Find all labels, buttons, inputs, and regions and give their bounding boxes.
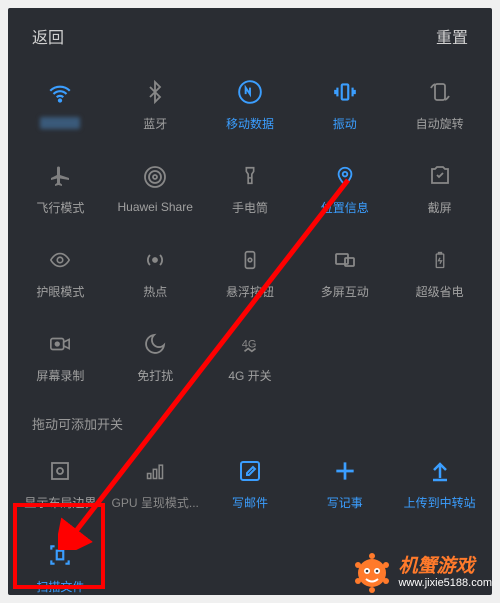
tile-scan-file[interactable]: 扫描文件 <box>14 527 107 595</box>
flashlight-icon <box>237 163 263 189</box>
tile-screenshot[interactable]: 截屏 <box>393 148 486 230</box>
tile-wifi[interactable] <box>14 64 107 146</box>
tile-bluetooth[interactable]: 蓝牙 <box>109 64 202 146</box>
location-icon <box>332 163 358 189</box>
layout-icon <box>47 458 73 484</box>
tile-mobile-data[interactable]: 移动数据 <box>204 64 297 146</box>
tile-vibrate[interactable]: 振动 <box>298 64 391 146</box>
gear-crab-icon <box>352 553 392 593</box>
watermark: 机蟹游戏 www.jixie5188.com <box>352 553 492 593</box>
tile-label: 位置信息 <box>321 199 369 216</box>
tile-label: Huawei Share <box>118 200 193 214</box>
tile-hotspot[interactable]: 热点 <box>109 232 202 314</box>
tile-label: 手电筒 <box>232 199 268 216</box>
tile-screen-record[interactable]: 屏幕录制 <box>14 316 107 398</box>
tile-4g-switch[interactable]: 4G 4G 开关 <box>204 316 297 398</box>
plus-icon <box>332 458 358 484</box>
tile-label: 热点 <box>143 283 167 300</box>
eye-icon <box>47 247 73 273</box>
reset-button[interactable]: 重置 <box>436 24 468 48</box>
dnd-icon <box>142 331 168 357</box>
tile-layout-bounds[interactable]: 显示布局边界 <box>14 443 107 525</box>
battery-icon <box>427 247 453 273</box>
drag-to-add-label: 拖动可添加开关 <box>14 398 486 443</box>
tile-label: 移动数据 <box>226 115 274 132</box>
tile-label: 屏幕录制 <box>36 367 84 384</box>
watermark-brand: 机蟹游戏 <box>398 557 492 578</box>
airplane-icon <box>47 163 73 189</box>
hotspot-icon <box>142 247 168 273</box>
tile-ultra-save[interactable]: 超级省电 <box>393 232 486 314</box>
mobile-data-icon <box>237 79 263 105</box>
tile-floating[interactable]: 悬浮按钮 <box>204 232 297 314</box>
tile-eye-comfort[interactable]: 护眼模式 <box>14 232 107 314</box>
tile-multiscreen[interactable]: 多屏互动 <box>298 232 391 314</box>
upload-icon <box>427 458 453 484</box>
bluetooth-icon <box>142 79 168 105</box>
gpu-icon <box>142 458 168 484</box>
share-icon <box>142 164 168 190</box>
tile-label: 4G 开关 <box>228 367 271 384</box>
tile-compose-mail[interactable]: 写邮件 <box>204 443 297 525</box>
tile-label: 写邮件 <box>232 494 268 511</box>
tile-label: 显示布局边界 <box>24 494 96 511</box>
watermark-url: www.jixie5188.com <box>398 577 492 589</box>
wifi-icon <box>47 81 73 107</box>
tiles-grid: 蓝牙 移动数据 振动 自动旋转 飞行模式 Huawei Share 手电筒 <box>14 64 486 398</box>
tile-label: 超级省电 <box>416 283 464 300</box>
tile-dnd[interactable]: 免打扰 <box>109 316 202 398</box>
record-icon <box>47 331 73 357</box>
tile-label: 写记事 <box>327 494 363 511</box>
tile-airplane[interactable]: 飞行模式 <box>14 148 107 230</box>
tile-label: 蓝牙 <box>143 115 167 132</box>
tile-label: 扫描文件 <box>36 578 84 595</box>
tile-label: GPU 呈现模式... <box>112 494 199 511</box>
tile-label: 振动 <box>333 115 357 132</box>
tile-label: 飞行模式 <box>36 199 84 216</box>
tile-upload-transfer[interactable]: 上传到中转站 <box>393 443 486 525</box>
tile-huawei-share[interactable]: Huawei Share <box>109 148 202 230</box>
tile-label: 多屏互动 <box>321 283 369 300</box>
floating-icon <box>237 247 263 273</box>
tile-label: 上传到中转站 <box>404 494 476 511</box>
tile-label: 免打扰 <box>137 367 173 384</box>
header: 返回 重置 <box>14 20 486 64</box>
compose-icon <box>237 458 263 484</box>
tile-label: 截屏 <box>428 199 452 216</box>
tile-label: 自动旋转 <box>416 115 464 132</box>
multiscreen-icon <box>332 247 358 273</box>
tile-write-note[interactable]: 写记事 <box>298 443 391 525</box>
back-button[interactable]: 返回 <box>32 24 64 48</box>
tile-label: 护眼模式 <box>36 283 84 300</box>
scan-icon <box>47 542 73 568</box>
vibrate-icon <box>332 79 358 105</box>
tile-flashlight[interactable]: 手电筒 <box>204 148 297 230</box>
tile-label <box>40 117 80 129</box>
rotate-icon <box>427 79 453 105</box>
tile-gpu-render[interactable]: GPU 呈现模式... <box>109 443 202 525</box>
tile-location[interactable]: 位置信息 <box>298 148 391 230</box>
tile-auto-rotate[interactable]: 自动旋转 <box>393 64 486 146</box>
quick-settings-panel: 返回 重置 蓝牙 移动数据 振动 自动旋转 飞行模式 <box>8 8 492 595</box>
4g-icon: 4G <box>237 331 263 357</box>
tile-label: 悬浮按钮 <box>226 283 274 300</box>
screenshot-icon <box>427 163 453 189</box>
